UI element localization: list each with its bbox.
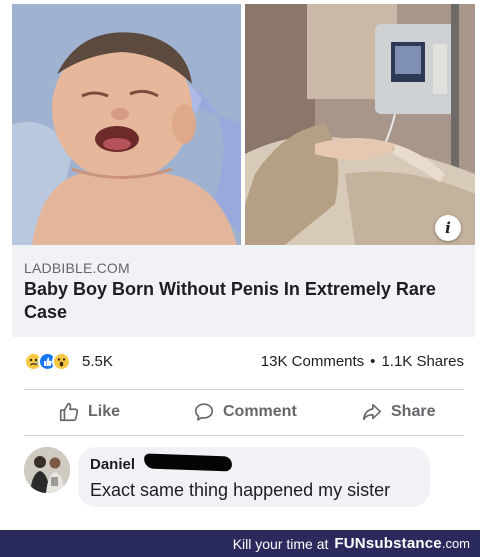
like-button[interactable]: Like — [58, 396, 120, 428]
redaction-scribble — [143, 453, 233, 472]
facebook-post: i LADBIBLE.COM Baby Boy Born Without Pen… — [0, 0, 480, 527]
watermark-footer: Kill your time at FUNsubstance.com — [0, 530, 480, 557]
footer-text: Kill your time at — [232, 535, 329, 552]
shares-count[interactable]: 1.1K Shares — [381, 353, 464, 370]
separator-dot: • — [370, 353, 376, 370]
avatar[interactable] — [24, 447, 70, 493]
comments-count[interactable]: 13K Comments — [261, 353, 364, 370]
footer-brand: FUNsubstance — [334, 534, 442, 552]
link-headline[interactable]: Baby Boy Born Without Penis In Extremely… — [24, 278, 464, 324]
footer-domain: .com — [441, 535, 470, 551]
share-icon — [362, 403, 382, 421]
divider — [24, 435, 464, 436]
link-domain: LADBIBLE.COM — [24, 260, 130, 276]
comment-bubble[interactable]: Daniel Exact same thing happened my sist… — [78, 447, 430, 507]
share-button[interactable]: Share — [361, 396, 435, 428]
engagement-counts: 13K Comments • 1.1K Shares — [261, 353, 464, 370]
reaction-count[interactable]: 5.5K — [82, 353, 113, 370]
hospital-bed-photo — [245, 4, 475, 245]
wow-reaction-icon — [52, 352, 71, 371]
comment-text: Exact same thing happened my sister — [90, 480, 391, 500]
info-icon[interactable]: i — [435, 215, 461, 241]
comment-button[interactable]: Comment — [193, 396, 297, 428]
like-label: Like — [88, 403, 121, 420]
post-stats: 5.5K 13K Comments • 1.1K Shares — [24, 352, 464, 374]
divider — [24, 389, 464, 390]
commenter-name[interactable]: Daniel — [90, 456, 135, 473]
thumbs-up-icon — [59, 402, 79, 422]
newborn-photo — [12, 4, 241, 245]
comment-label: Comment — [223, 403, 297, 420]
link-preview-text[interactable]: LADBIBLE.COM Baby Boy Born Without Penis… — [12, 245, 475, 337]
post-actions: Like Comment Share — [12, 396, 475, 428]
link-preview-media[interactable]: i — [12, 4, 475, 245]
footer-site[interactable]: FUNsubstance.com — [334, 535, 470, 553]
comment-icon — [194, 403, 214, 421]
share-label: Share — [391, 403, 436, 420]
